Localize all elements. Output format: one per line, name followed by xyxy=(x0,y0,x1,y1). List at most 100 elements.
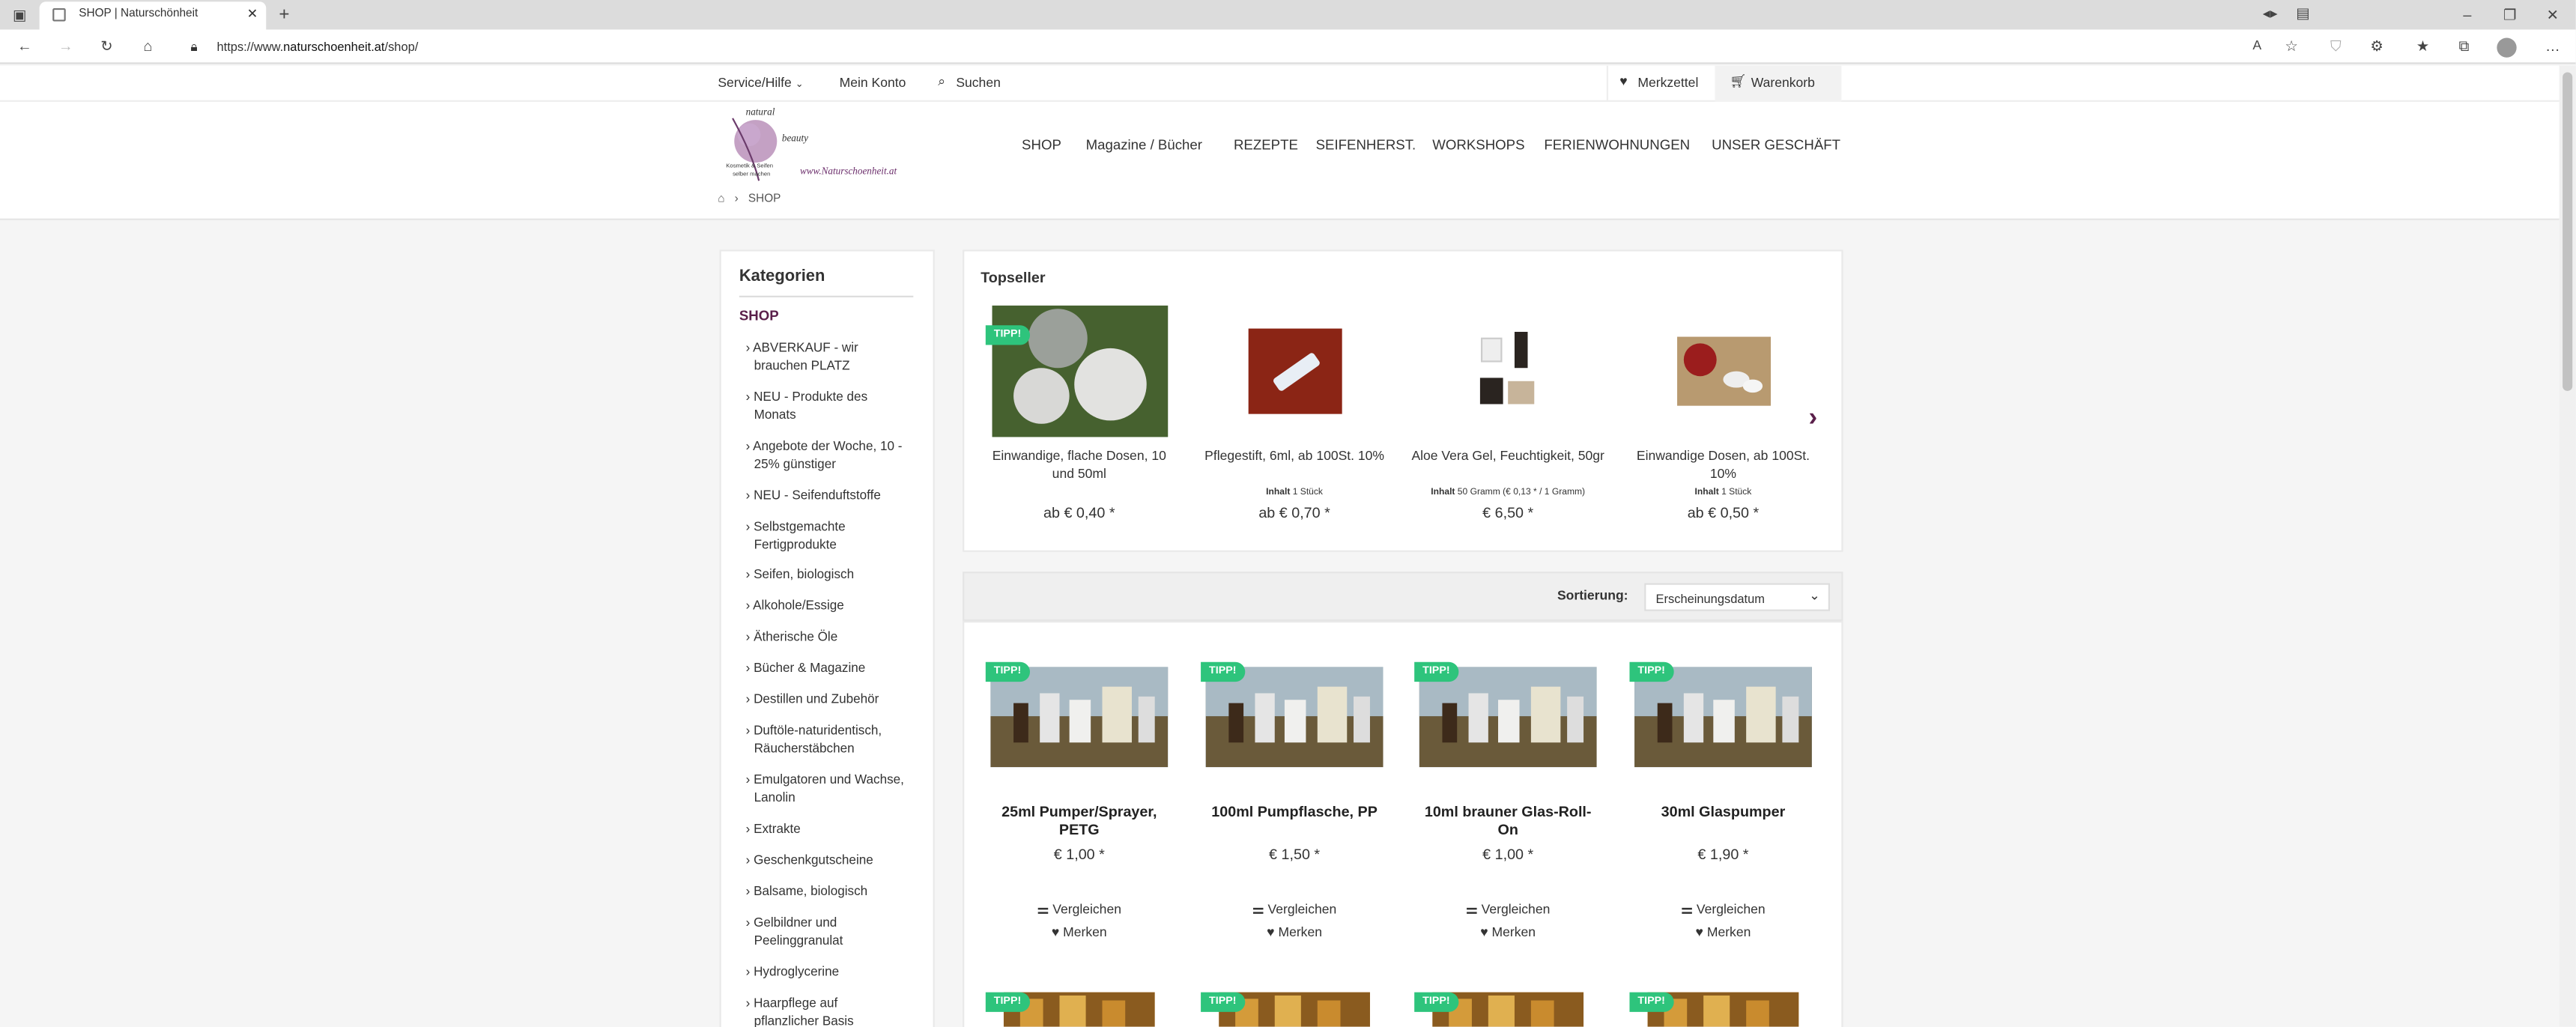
compare-button[interactable]: ⚌ Vergleichen xyxy=(1658,902,1789,917)
product-image[interactable] xyxy=(1634,667,1812,768)
window-close-icon[interactable]: ✕ xyxy=(2543,5,2563,25)
category-label: › Gelbildner und xyxy=(745,915,837,930)
category-item[interactable]: › ABVERKAUF - wir brauchen PLATZ xyxy=(746,339,924,375)
carousel-next-arrow-icon[interactable]: › xyxy=(1808,404,1817,433)
product-name[interactable]: 30ml Glaspumper xyxy=(1625,803,1822,821)
address-bar[interactable]: 🔒︎ https://www.naturschoenheit.at/shop/ xyxy=(181,34,2234,59)
compare-button[interactable]: ⚌ Vergleichen xyxy=(1442,902,1573,917)
extensions-icon[interactable]: ⚙ xyxy=(2367,36,2386,55)
new-tab-icon[interactable]: + xyxy=(274,5,294,25)
more-menu-icon[interactable]: … xyxy=(2543,36,2563,55)
category-item[interactable]: › Selbstgemachte Fertigprodukte xyxy=(746,518,924,554)
product-photo xyxy=(1634,667,1812,768)
scrollbar-thumb[interactable] xyxy=(2563,72,2573,391)
nav-unser-geschaeft[interactable]: UNSER GESCHÄFT xyxy=(1712,136,1840,153)
tab-layout-icon[interactable]: ▤ xyxy=(2293,3,2312,22)
topseller-image-4[interactable] xyxy=(1677,336,1772,406)
home-icon[interactable]: ⌂ xyxy=(718,194,724,205)
browser-tab[interactable]: SHOP | Naturschönheit ✕ xyxy=(39,1,267,30)
wishlist-button[interactable]: ♥ Merkzettel xyxy=(1606,65,1712,102)
search-link[interactable]: Suchen xyxy=(956,76,1001,91)
cart-button[interactable]: 🛒︎ Warenkorb xyxy=(1715,65,1842,102)
topseller-name[interactable]: Einwandige, flache Dosen, 10 und 50ml xyxy=(981,446,1178,482)
category-item[interactable]: › Emulgatoren und Wachse, Lanolin xyxy=(746,771,924,807)
site-logo[interactable]: natural beauty Kosmetik & Seifen selber … xyxy=(723,105,928,187)
sidebar-active-category[interactable]: SHOP xyxy=(739,307,779,324)
topseller-image-2[interactable] xyxy=(1248,328,1342,414)
category-item[interactable]: › Hydroglycerine xyxy=(746,963,924,981)
split-screen-icon[interactable]: ◂▸ xyxy=(2261,3,2280,22)
product-badge: TIPP! xyxy=(985,661,1030,682)
topseller-name-line: Einwandige Dosen, ab 100St. xyxy=(1636,448,1810,464)
breadcrumb: ⌂ › SHOP xyxy=(718,194,781,205)
nav-seifenherst[interactable]: SEIFENHERST. xyxy=(1316,136,1416,153)
product-image[interactable] xyxy=(1419,667,1597,768)
topseller-badge: TIPP! xyxy=(985,325,1030,345)
restore-icon[interactable]: ❐ xyxy=(2500,5,2520,25)
category-item[interactable]: › Balsame, biologisch xyxy=(746,882,924,900)
category-item[interactable]: › Gelbildner und Peelinggranulat xyxy=(746,913,924,949)
favorites-icon[interactable]: ★ xyxy=(2413,36,2433,55)
profile-avatar[interactable] xyxy=(2497,37,2517,58)
breadcrumb-current[interactable]: SHOP xyxy=(748,194,781,205)
nav-rezepte[interactable]: REZEPTE xyxy=(1234,136,1298,153)
tab-actions-icon[interactable]: ▣ xyxy=(10,5,29,25)
category-item[interactable]: › NEU - Produkte des Monats xyxy=(746,388,924,424)
topseller-name[interactable]: Pflegestift, 6ml, ab 100St. 10% xyxy=(1196,446,1393,464)
category-item[interactable]: › Geschenkgutscheine xyxy=(746,851,924,869)
compare-icon: ⚌ xyxy=(1252,901,1264,917)
product-name[interactable]: 100ml Pumpflasche, PP xyxy=(1196,803,1393,821)
category-item[interactable]: › Seifen, biologisch xyxy=(746,565,924,583)
category-item[interactable]: › NEU - Seifenduftstoffe xyxy=(746,486,924,504)
nav-shop[interactable]: SHOP xyxy=(1022,136,1061,153)
reload-icon[interactable]: ↻ xyxy=(97,36,116,55)
category-item[interactable]: › Alkohole/Essige xyxy=(746,596,924,614)
back-icon[interactable]: ← xyxy=(15,36,34,55)
product-image[interactable] xyxy=(990,667,1169,768)
category-item[interactable]: › Destillen und Zubehör xyxy=(746,690,924,708)
compare-button[interactable]: ⚌ Vergleichen xyxy=(1228,902,1360,917)
topseller-name-line: Aloe Vera Gel, Feuchtigkeit, 50gr xyxy=(1411,448,1604,464)
product-name[interactable]: 25ml Pumper/Sprayer, PETG xyxy=(981,803,1178,839)
heart-icon: ♥ xyxy=(1051,924,1060,940)
home-icon[interactable]: ⌂ xyxy=(138,36,157,55)
sorting-select[interactable]: Erscheinungsdatum ⌄ xyxy=(1644,583,1831,611)
topseller-image-3[interactable] xyxy=(1475,329,1541,411)
nav-ferienwohnungen[interactable]: FERIENWOHNUNGEN xyxy=(1544,136,1690,153)
compare-icon: ⚌ xyxy=(1037,901,1049,917)
category-item[interactable]: › Angebote der Woche, 10 - 25% günstiger xyxy=(746,437,924,473)
category-label: › Alkohole/Essige xyxy=(745,598,844,613)
favorite-add-icon[interactable]: ☆ xyxy=(2282,36,2301,55)
category-item[interactable]: › Duftöle-naturidentisch, Räucherstäbchen xyxy=(746,721,924,757)
topseller-name[interactable]: Aloe Vera Gel, Feuchtigkeit, 50gr xyxy=(1410,446,1607,464)
product-name[interactable]: 10ml brauner Glas-Roll- On xyxy=(1410,803,1607,839)
compare-button[interactable]: ⚌ Vergleichen xyxy=(1013,902,1145,917)
remember-button[interactable]: ♥ Merken xyxy=(1013,925,1145,940)
read-aloud-icon[interactable]: A xyxy=(2247,36,2267,55)
minimize-icon[interactable]: – xyxy=(2458,5,2477,25)
nav-workshops[interactable]: WORKSHOPS xyxy=(1432,136,1524,153)
nav-magazine[interactable]: Magazine / Bücher xyxy=(1086,136,1202,153)
lock-icon: 🔒︎ xyxy=(190,39,198,55)
topseller-name[interactable]: Einwandige Dosen, ab 100St. 10% xyxy=(1625,446,1822,482)
cart-label: Warenkorb xyxy=(1751,75,1815,91)
search-icon[interactable]: ⌕ xyxy=(938,74,945,91)
remember-button[interactable]: ♥ Merken xyxy=(1442,925,1573,940)
product-name-line: 30ml Glaspumper xyxy=(1661,803,1786,820)
remember-button[interactable]: ♥ Merken xyxy=(1658,925,1789,940)
wishlist-label: Merkzettel xyxy=(1637,75,1699,91)
category-item[interactable]: › Ätherische Öle xyxy=(746,628,924,646)
topseller-content-hint: Inhalt 1 Stück xyxy=(1608,488,1838,497)
forward-icon[interactable]: → xyxy=(56,36,76,55)
account-link[interactable]: Mein Konto xyxy=(840,76,906,91)
shield-icon[interactable]: ⛉ xyxy=(2326,36,2345,55)
remember-button[interactable]: ♥ Merken xyxy=(1228,925,1360,940)
sorting-value: Erscheinungsdatum xyxy=(1655,591,1765,607)
category-item[interactable]: › Bücher & Magazine xyxy=(746,658,924,676)
service-menu[interactable]: Service/Hilfe ⌄ xyxy=(718,76,803,91)
collections-icon[interactable]: ⧉ xyxy=(2454,36,2473,55)
category-item[interactable]: › Haarpflege auf pflanzlicher Basis xyxy=(746,994,924,1027)
close-tab-icon[interactable]: ✕ xyxy=(247,1,258,28)
category-item[interactable]: › Extrakte xyxy=(746,820,924,837)
product-image[interactable] xyxy=(1205,667,1384,768)
